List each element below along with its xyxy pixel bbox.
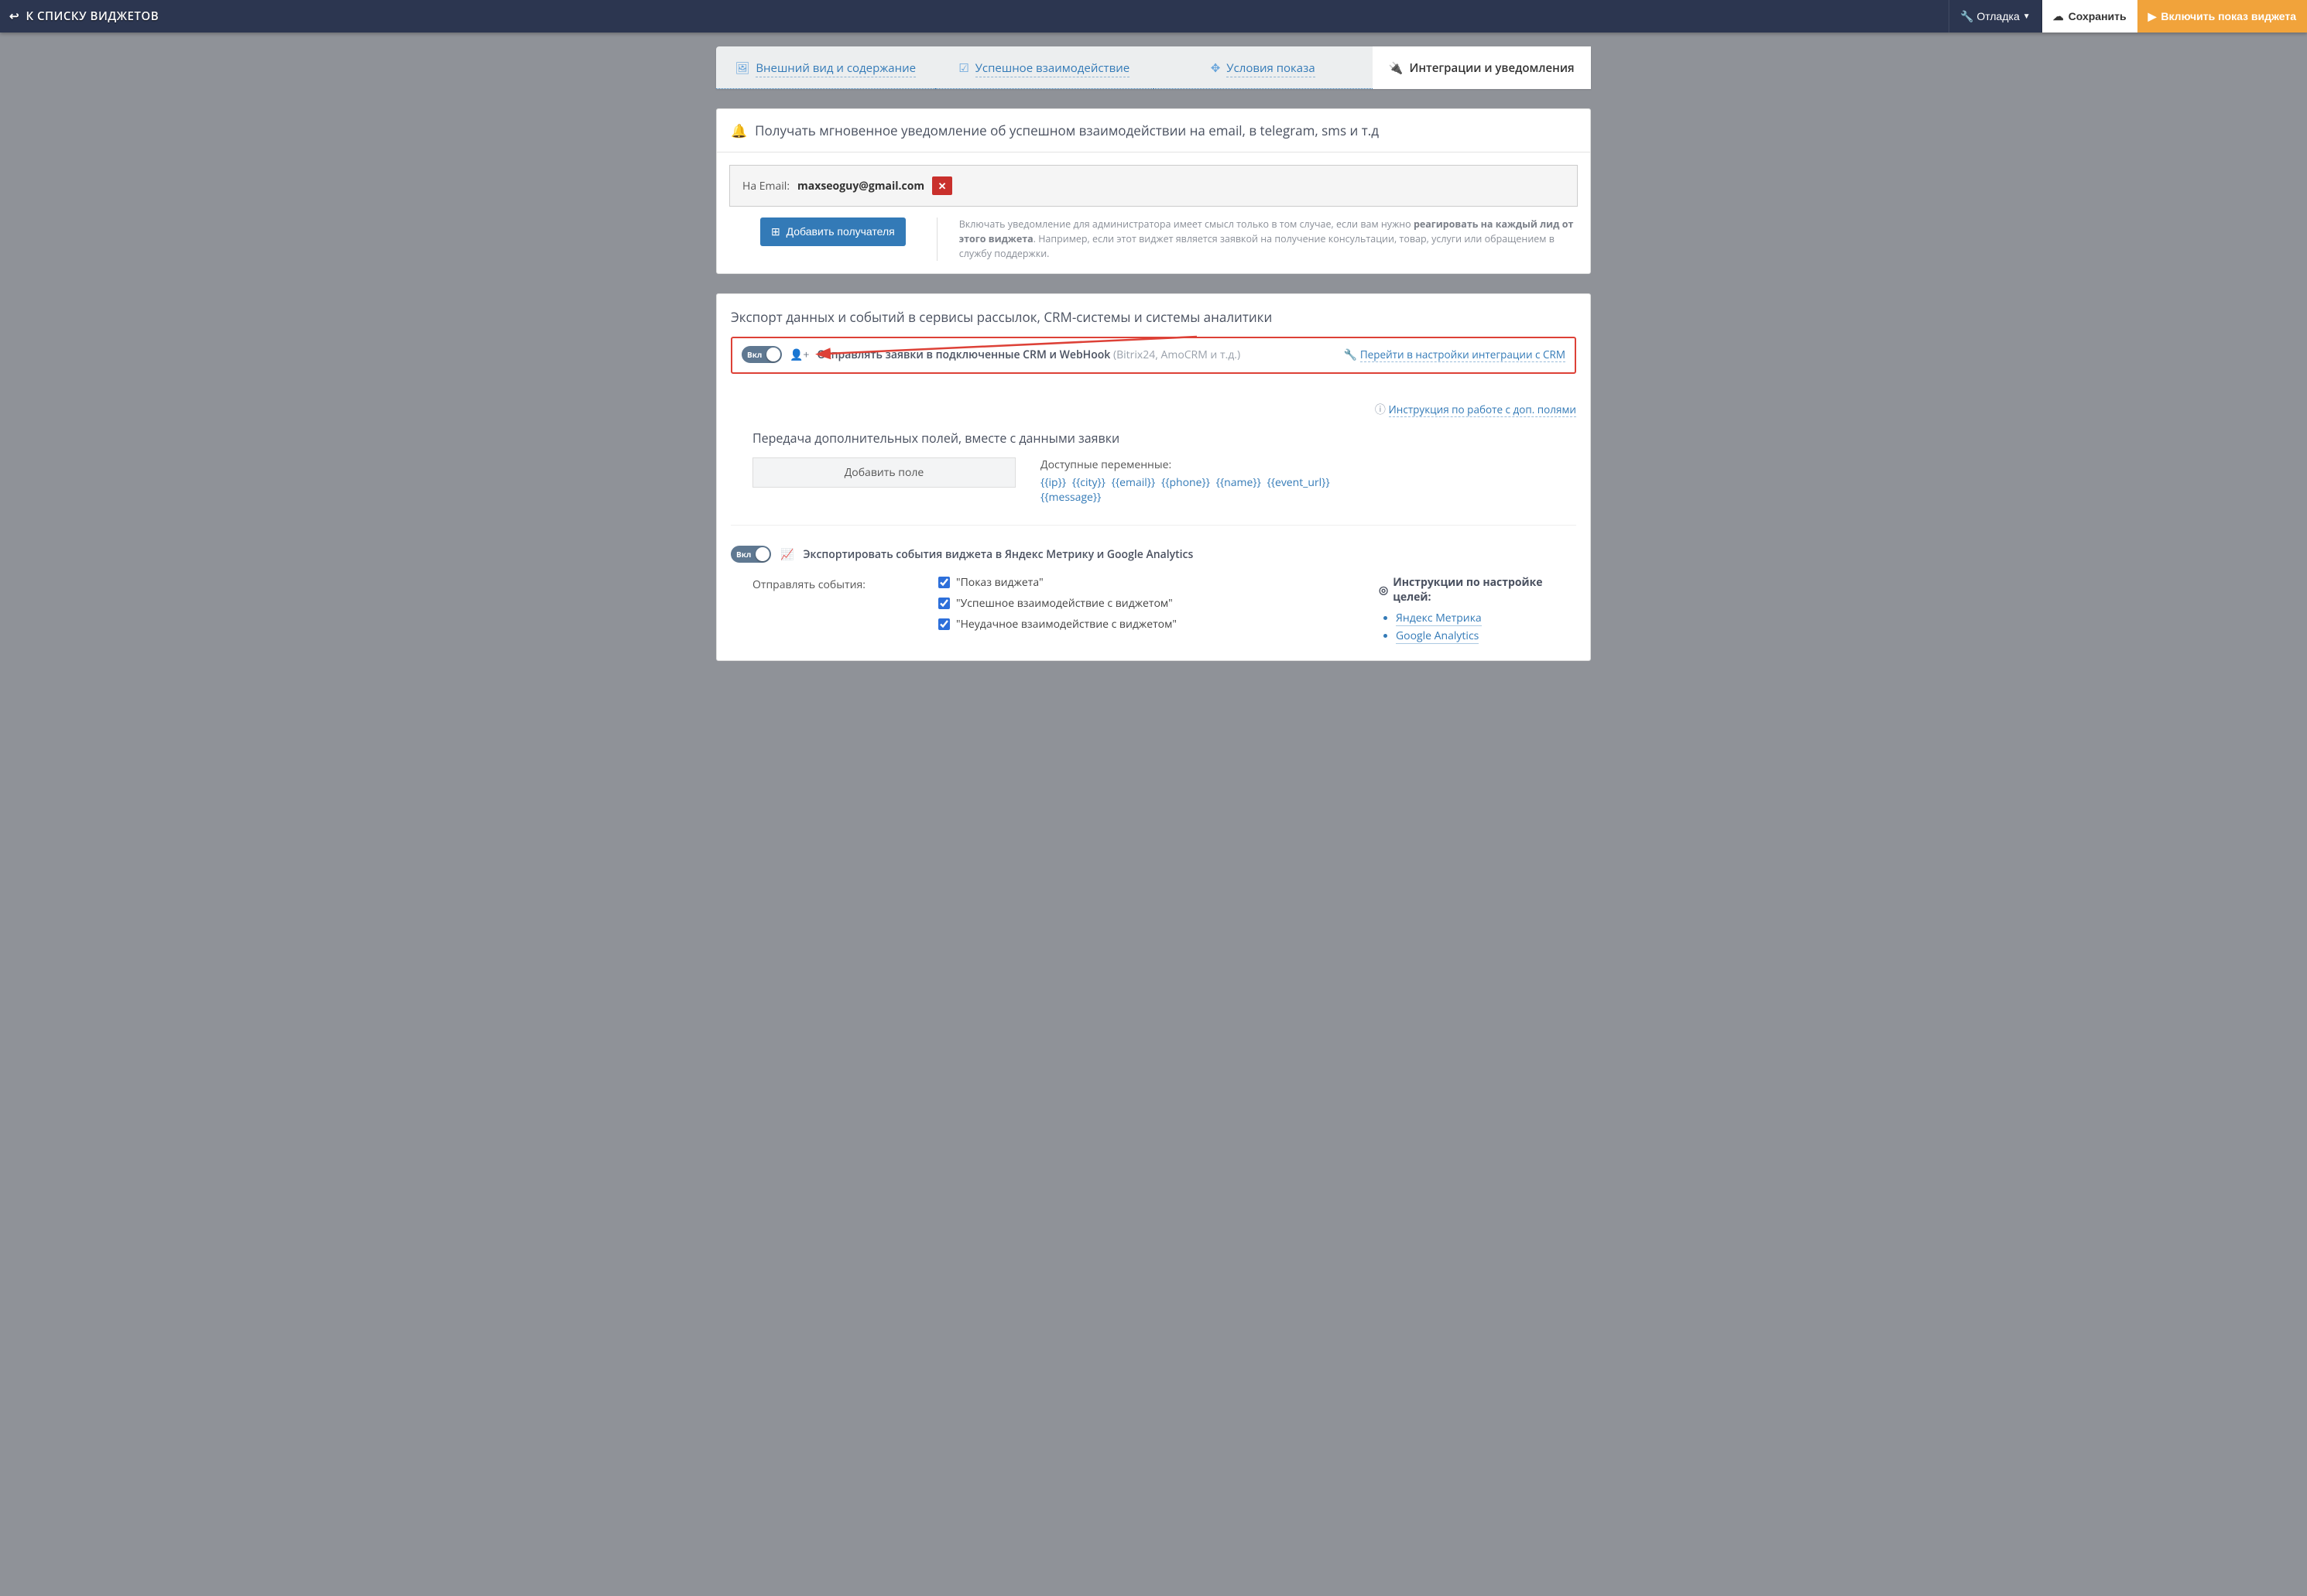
export-title: Экспорт данных и событий в сервисы рассы… — [731, 308, 1576, 326]
top-bar: ↩ К СПИСКУ ВИДЖЕТОВ 🔧 Отладка ▼ ☁ Сохран… — [0, 0, 2307, 33]
extra-fields-title: Передача дополнительных полей, вместе с … — [752, 430, 1576, 447]
back-to-widgets-link[interactable]: ↩ К СПИСКУ ВИДЖЕТОВ — [9, 9, 159, 24]
event-checkbox[interactable] — [938, 618, 950, 630]
tab-label: Условия показа — [1226, 60, 1315, 77]
delete-recipient-button[interactable]: ✕ — [932, 176, 952, 195]
crm-export-highlight: Вкл 👤+ Отправлять заявки в подключенные … — [731, 337, 1576, 374]
plug-icon: 🔌 — [1389, 60, 1404, 76]
analytics-export-toggle[interactable]: Вкл — [731, 546, 771, 563]
wrench-icon: 🔧 — [1344, 348, 1357, 362]
event-checkbox[interactable] — [938, 577, 950, 588]
toggle-on-label: Вкл — [736, 549, 751, 560]
var-ip[interactable]: {{ip}} — [1040, 475, 1066, 490]
reply-arrow-icon: ↩ — [9, 9, 19, 24]
tab-label: Успешное взаимодействие — [975, 60, 1130, 77]
toggle-knob — [756, 547, 770, 561]
close-icon: ✕ — [938, 179, 947, 193]
email-recipient-row: На Email: maxseoguy@gmail.com ✕ — [729, 165, 1578, 207]
event-label: "Неудачное взаимодействие с виджетом" — [956, 617, 1177, 632]
chevron-down-icon: ▼ — [2023, 12, 2031, 21]
var-email[interactable]: {{email}} — [1112, 475, 1156, 490]
move-icon: ✥ — [1211, 60, 1221, 76]
save-button[interactable]: ☁ Сохранить — [2042, 0, 2137, 33]
available-vars-title: Доступные переменные: — [1040, 457, 1576, 472]
var-city[interactable]: {{city}} — [1072, 475, 1106, 490]
image-icon: 🖼 — [735, 60, 749, 76]
info-icon: ⓘ — [1375, 402, 1386, 417]
check-square-icon: ☑ — [958, 60, 968, 76]
email-value: maxseoguy@gmail.com — [797, 179, 924, 194]
crm-export-label: Отправлять заявки в подключенные CRM и W… — [817, 348, 1240, 362]
cloud-icon: ☁ — [2053, 10, 2064, 23]
chart-icon: 📈 — [780, 547, 794, 562]
event-label: "Успешное взаимодействие с виджетом" — [956, 596, 1173, 611]
crm-export-toggle[interactable]: Вкл — [742, 346, 782, 363]
play-icon: ▶ — [2148, 10, 2157, 23]
wrench-icon: 🔧 — [1960, 10, 1973, 23]
notifications-panel: 🔔 Получать мгновенное уведомление об усп… — [716, 108, 1591, 274]
add-recipient-label: Добавить получателя — [787, 225, 895, 238]
toggle-knob — [766, 348, 780, 361]
tab-conditions[interactable]: ✥ Условия показа — [1154, 46, 1373, 89]
event-label: "Показ виджета" — [956, 575, 1044, 590]
instr-title: Инструкции по настройке целей: — [1393, 575, 1576, 604]
event-failure[interactable]: "Неудачное взаимодействие с виджетом" — [938, 617, 1356, 632]
plus-square-icon: ⊞ — [771, 225, 780, 238]
enable-label: Включить показ виджета — [2161, 10, 2296, 22]
debug-label: Отладка — [1976, 10, 2019, 22]
var-phone[interactable]: {{phone}} — [1161, 475, 1210, 490]
crm-settings-link[interactable]: Перейти в настройки интеграции с CRM — [1360, 348, 1565, 362]
back-label: К СПИСКУ ВИДЖЕТОВ — [26, 9, 159, 24]
tab-success[interactable]: ☑ Успешное взаимодействие — [935, 46, 1154, 89]
send-events-label: Отправлять события: — [752, 575, 915, 592]
toggle-on-label: Вкл — [747, 349, 762, 360]
tab-label: Внешний вид и содержание — [756, 60, 916, 77]
event-checkbox[interactable] — [938, 598, 950, 609]
tab-label: Интеграции и уведомления — [1409, 60, 1574, 77]
bell-icon: 🔔 — [731, 122, 747, 139]
instr-link-google[interactable]: Google Analytics — [1396, 628, 1479, 644]
extra-fields-instructions-link[interactable]: Инструкция по работе с доп. полями — [1389, 402, 1576, 417]
email-prefix: На Email: — [742, 179, 790, 194]
var-list: {{ip}} {{city}} {{email}} {{phone}} {{na… — [1040, 475, 1576, 505]
analytics-export-label: Экспортировать события виджета в Яндекс … — [803, 547, 1193, 562]
var-message[interactable]: {{message}} — [1040, 490, 1101, 505]
var-name[interactable]: {{name}} — [1216, 475, 1261, 490]
notify-help-text: Включать уведомление для администратора … — [937, 217, 1578, 261]
add-recipient-button[interactable]: ⊞ Добавить получателя — [760, 217, 906, 246]
add-field-button[interactable]: Добавить поле — [752, 457, 1016, 488]
tab-integrations[interactable]: 🔌 Интеграции и уведомления — [1373, 46, 1592, 89]
tab-bar: 🖼 Внешний вид и содержание ☑ Успешное вз… — [716, 46, 1591, 89]
save-label: Сохранить — [2069, 10, 2127, 22]
debug-dropdown[interactable]: 🔧 Отладка ▼ — [1949, 0, 2042, 33]
goals-instructions: ◎ Инструкции по настройке целей: Яндекс … — [1379, 575, 1576, 646]
var-event-url[interactable]: {{event_url}} — [1267, 475, 1329, 490]
export-panel: Экспорт данных и событий в сервисы рассы… — [716, 293, 1591, 661]
notifications-title: Получать мгновенное уведомление об успеш… — [755, 122, 1379, 139]
target-icon: ◎ — [1379, 583, 1388, 598]
event-success[interactable]: "Успешное взаимодействие с виджетом" — [938, 596, 1356, 611]
instr-link-yandex[interactable]: Яндекс Метрика — [1396, 611, 1482, 626]
tab-appearance[interactable]: 🖼 Внешний вид и содержание — [716, 46, 935, 89]
user-plus-icon: 👤+ — [790, 348, 809, 362]
enable-widget-button[interactable]: ▶ Включить показ виджета — [2137, 0, 2307, 33]
event-show-widget[interactable]: "Показ виджета" — [938, 575, 1356, 590]
